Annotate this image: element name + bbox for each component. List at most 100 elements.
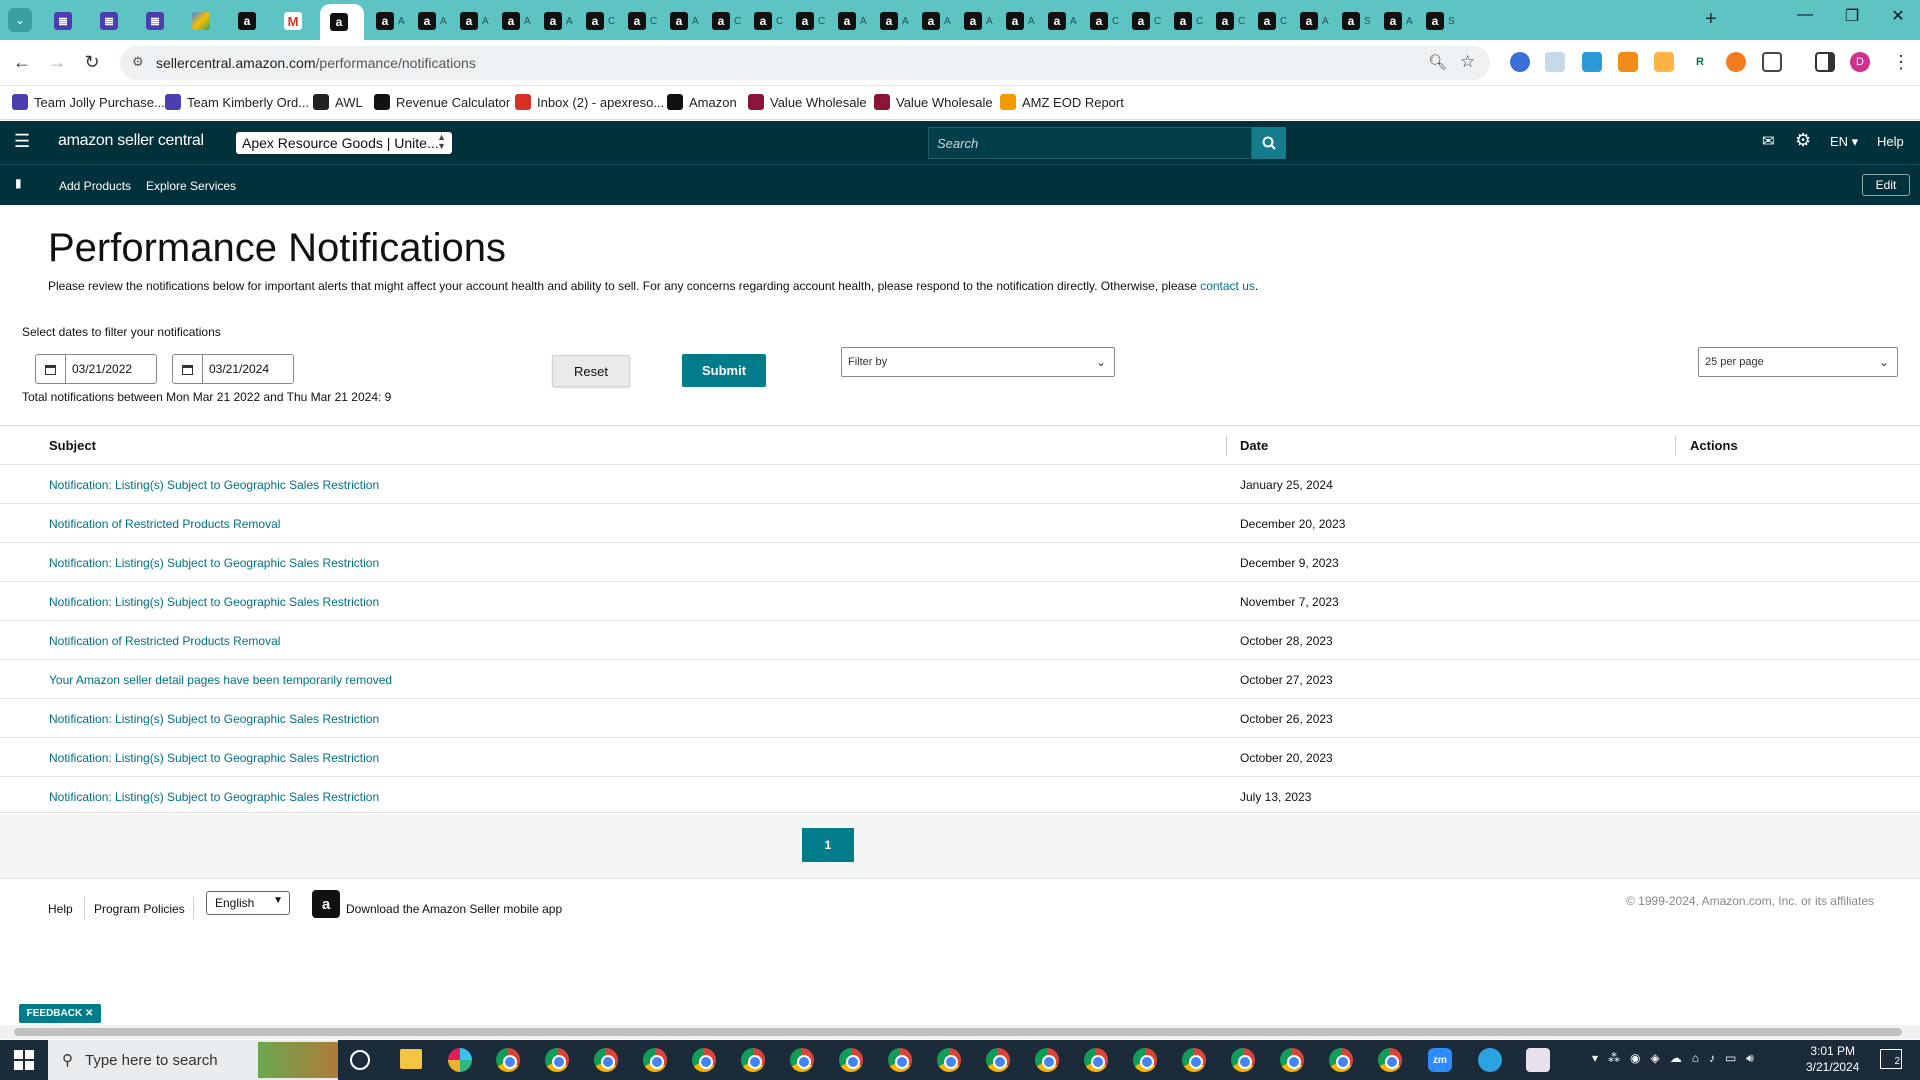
amazon-seller-central-logo[interactable]: amazon seller central: [58, 132, 204, 150]
extension-icon[interactable]: [1654, 52, 1674, 72]
close-window-button[interactable]: ✕: [1878, 6, 1918, 26]
slack-icon[interactable]: [448, 1048, 472, 1072]
bookmark-item[interactable]: Team Kimberly Ord...: [165, 94, 309, 110]
chrome-taskbar-icon[interactable]: [1329, 1048, 1353, 1072]
telegram-icon[interactable]: [1478, 1048, 1502, 1072]
chrome-taskbar-icon[interactable]: [496, 1048, 520, 1072]
mail-icon[interactable]: ✉: [1762, 132, 1775, 150]
chrome-taskbar-icon[interactable]: [545, 1048, 569, 1072]
chrome-taskbar-icon[interactable]: [986, 1048, 1010, 1072]
browser-tab[interactable]: ≣: [90, 6, 134, 36]
calendar-icon[interactable]: [36, 355, 66, 383]
chrome-taskbar-icon[interactable]: [692, 1048, 716, 1072]
extensions-puzzle-icon[interactable]: [1762, 52, 1782, 72]
address-bar[interactable]: ⚙ sellercentral.amazon.com/performance/n…: [120, 46, 1490, 80]
notification-subject-link[interactable]: Notification: Listing(s) Subject to Geog…: [49, 595, 379, 609]
extension-icon[interactable]: [1582, 52, 1602, 72]
program-policies-link[interactable]: Program Policies: [94, 902, 185, 916]
taskbar-clock[interactable]: 3:01 PM 3/21/2024: [1806, 1043, 1859, 1075]
chrome-taskbar-icon[interactable]: [643, 1048, 667, 1072]
search-button[interactable]: [1252, 127, 1286, 159]
bookmark-item[interactable]: Inbox (2) - apexreso...: [515, 94, 664, 110]
notification-center-icon[interactable]: 2: [1880, 1049, 1902, 1069]
browser-tab[interactable]: a: [228, 6, 272, 36]
horizontal-scrollbar[interactable]: [0, 1025, 1920, 1039]
bookmark-item[interactable]: Amazon: [667, 94, 737, 110]
bookmark-icon[interactable]: ▮: [15, 176, 22, 190]
contact-us-link[interactable]: contact us: [1200, 279, 1255, 293]
subject-column-header[interactable]: Subject: [49, 426, 96, 464]
reset-button[interactable]: Reset: [552, 355, 630, 387]
browser-tab[interactable]: ≣: [44, 6, 88, 36]
bookmark-item[interactable]: AWL: [313, 94, 363, 110]
windows-start-icon[interactable]: [14, 1050, 34, 1070]
new-tab-button[interactable]: +: [1705, 8, 1717, 31]
notification-subject-link[interactable]: Notification: Listing(s) Subject to Geog…: [49, 790, 379, 804]
amazon-app-icon[interactable]: a: [312, 890, 340, 918]
store-switcher[interactable]: Apex Resource Goods | Unite... ▲ ▼: [236, 132, 452, 154]
bookmark-item[interactable]: AMZ EOD Report: [1000, 94, 1124, 110]
hamburger-menu-icon[interactable]: ☰: [14, 131, 30, 152]
download-app-link[interactable]: Download the Amazon Seller mobile app: [346, 902, 562, 916]
zoom-icon[interactable]: 🔍︎: [1428, 53, 1447, 71]
notification-subject-link[interactable]: Notification: Listing(s) Subject to Geog…: [49, 751, 379, 765]
system-tray-icons[interactable]: ▾⁂◉◈☁⌂♪▭🔊︎: [1592, 1051, 1764, 1066]
chrome-taskbar-icon[interactable]: [594, 1048, 618, 1072]
zoom-app-icon[interactable]: zm: [1428, 1048, 1452, 1072]
side-panel-icon[interactable]: [1815, 52, 1835, 72]
nav-add-products[interactable]: Add Products: [59, 179, 131, 193]
extension-icon[interactable]: [1726, 52, 1746, 72]
forward-button[interactable]: →: [45, 52, 69, 73]
scrollbar-thumb[interactable]: [14, 1028, 1902, 1036]
extension-icon[interactable]: R: [1690, 52, 1710, 72]
extension-icon[interactable]: [1618, 52, 1638, 72]
browser-tab[interactable]: ≣: [136, 6, 180, 36]
help-link[interactable]: Help: [1877, 134, 1904, 149]
search-input[interactable]: Search: [928, 127, 1252, 159]
task-view-icon[interactable]: [350, 1050, 370, 1070]
notification-subject-link[interactable]: Notification: Listing(s) Subject to Geog…: [49, 556, 379, 570]
feedback-button[interactable]: FEEDBACK ✕: [19, 1004, 101, 1023]
browser-tab[interactable]: [182, 6, 226, 36]
chrome-taskbar-icon[interactable]: [1378, 1048, 1402, 1072]
chrome-taskbar-icon[interactable]: [741, 1048, 765, 1072]
chrome-taskbar-icon[interactable]: [1133, 1048, 1157, 1072]
back-button[interactable]: ←: [10, 52, 34, 73]
start-date-field[interactable]: 03/21/2022: [35, 354, 157, 384]
chrome-taskbar-icon[interactable]: [888, 1048, 912, 1072]
minimize-button[interactable]: —: [1785, 6, 1825, 24]
extension-icon[interactable]: [1510, 52, 1530, 72]
calendar-icon[interactable]: [173, 355, 203, 383]
submit-button[interactable]: Submit: [682, 354, 766, 387]
notification-subject-link[interactable]: Your Amazon seller detail pages have bee…: [49, 673, 392, 687]
chrome-taskbar-icon[interactable]: [1182, 1048, 1206, 1072]
browser-tab[interactable]: a: [320, 4, 364, 40]
chrome-taskbar-icon[interactable]: [1035, 1048, 1059, 1072]
tab-search-button[interactable]: ⌄: [8, 8, 32, 32]
chrome-taskbar-icon[interactable]: [1084, 1048, 1108, 1072]
chrome-taskbar-icon[interactable]: [1280, 1048, 1304, 1072]
bookmark-item[interactable]: Value Wholesale: [874, 94, 993, 110]
end-date-field[interactable]: 03/21/2024: [172, 354, 294, 384]
nav-explore-services[interactable]: Explore Services: [146, 179, 236, 193]
restore-button[interactable]: ❐: [1832, 6, 1872, 26]
snipping-tool-icon[interactable]: [1526, 1048, 1550, 1072]
chrome-taskbar-icon[interactable]: [839, 1048, 863, 1072]
footer-help-link[interactable]: Help: [48, 902, 73, 916]
browser-tab[interactable]: aS: [1416, 6, 1466, 36]
chrome-taskbar-icon[interactable]: [790, 1048, 814, 1072]
reload-button[interactable]: ↻: [80, 52, 104, 73]
per-page-select[interactable]: 25 per page ⌄: [1698, 347, 1898, 377]
filter-by-select[interactable]: Filter by ⌄: [841, 347, 1115, 377]
file-explorer-icon[interactable]: [400, 1049, 422, 1069]
bookmark-item[interactable]: Team Jolly Purchase...: [12, 94, 165, 110]
browser-tab[interactable]: M: [274, 6, 318, 36]
notification-subject-link[interactable]: Notification: Listing(s) Subject to Geog…: [49, 478, 379, 492]
site-info-icon[interactable]: ⚙: [132, 54, 144, 70]
chrome-taskbar-icon[interactable]: [937, 1048, 961, 1072]
chrome-taskbar-icon[interactable]: [1231, 1048, 1255, 1072]
browser-menu-icon[interactable]: ⋮: [1892, 52, 1910, 73]
notification-subject-link[interactable]: Notification of Restricted Products Remo…: [49, 634, 280, 648]
notification-subject-link[interactable]: Notification: Listing(s) Subject to Geog…: [49, 712, 379, 726]
notification-subject-link[interactable]: Notification of Restricted Products Remo…: [49, 517, 280, 531]
